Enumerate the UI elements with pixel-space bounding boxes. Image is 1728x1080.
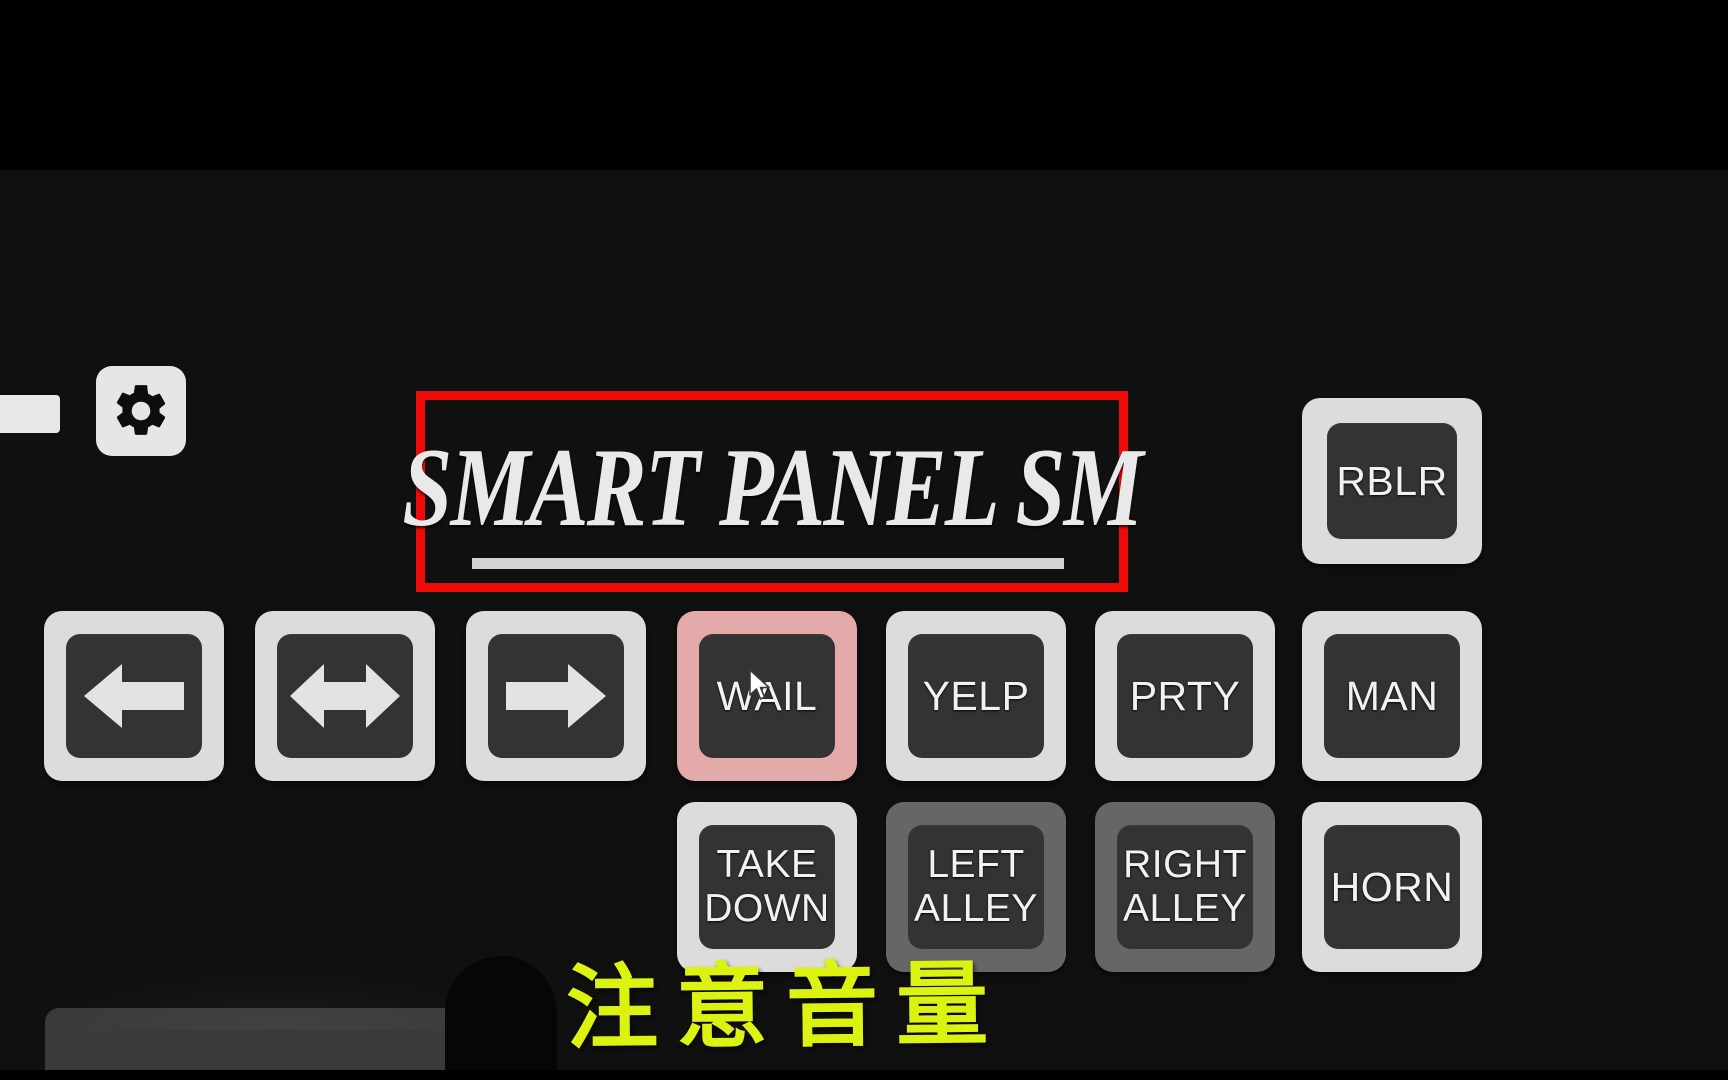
horn-face: HORN [1324, 825, 1460, 949]
page-title: SMART PANEL SM [402, 425, 1143, 550]
volume-warning-overlay: 注意音量 [565, 950, 1007, 1063]
arrow-right-face [488, 634, 624, 758]
arrow-left-button[interactable] [44, 611, 224, 781]
rblr-button[interactable]: RBLR [1302, 398, 1482, 564]
drawer-handle[interactable] [0, 395, 60, 433]
take-down-label: TAKE DOWN [704, 843, 830, 930]
right-alley-label: RIGHT ALLEY [1123, 843, 1247, 930]
arrow-left-right-icon [286, 658, 404, 734]
settings-button[interactable] [96, 366, 186, 456]
mouse-cursor [748, 668, 774, 704]
bottom-letterbox [0, 1070, 1728, 1080]
prty-label: PRTY [1129, 672, 1241, 719]
screen-root: SMART PANEL SM RBLR WAIL YELP PRTY MAN T… [0, 0, 1728, 1080]
arrow-left-face [66, 634, 202, 758]
right-alley-face: RIGHT ALLEY [1117, 825, 1253, 949]
horn-button[interactable]: HORN [1302, 802, 1482, 972]
arrow-both-face [277, 634, 413, 758]
man-label: MAN [1345, 672, 1439, 719]
take-down-face: TAKE DOWN [699, 825, 835, 949]
bottom-knob[interactable] [445, 956, 557, 1080]
arrow-right-icon [500, 658, 612, 734]
yelp-label: YELP [922, 672, 1030, 719]
prty-button[interactable]: PRTY [1095, 611, 1275, 781]
title-underline [472, 558, 1064, 569]
man-face: MAN [1324, 634, 1460, 758]
yelp-button[interactable]: YELP [886, 611, 1066, 781]
app-surface: SMART PANEL SM RBLR WAIL YELP PRTY MAN T… [0, 170, 1728, 1080]
arrow-both-button[interactable] [255, 611, 435, 781]
prty-face: PRTY [1117, 634, 1253, 758]
right-alley-button[interactable]: RIGHT ALLEY [1095, 802, 1275, 972]
horn-label: HORN [1330, 863, 1454, 910]
arrow-right-button[interactable] [466, 611, 646, 781]
rblr-label: RBLR [1336, 457, 1448, 504]
yelp-face: YELP [908, 634, 1044, 758]
top-letterbox [0, 0, 1728, 170]
left-alley-label: LEFT ALLEY [914, 843, 1038, 930]
rblr-face: RBLR [1327, 423, 1457, 539]
man-button[interactable]: MAN [1302, 611, 1482, 781]
arrow-left-icon [78, 658, 190, 734]
gear-icon [110, 380, 172, 442]
